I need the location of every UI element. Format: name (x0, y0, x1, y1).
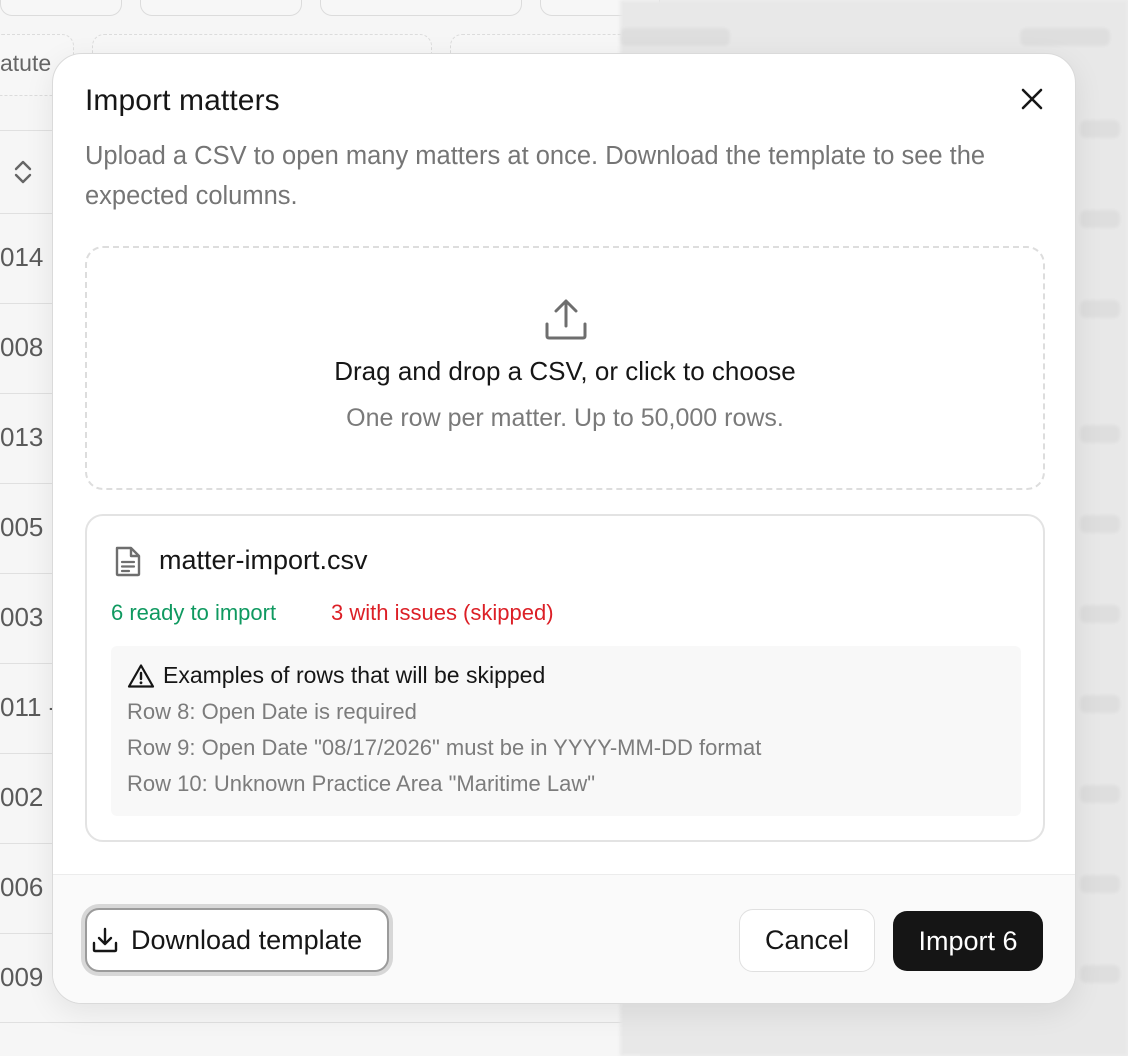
import-matters-dialog: Import matters Upload a CSV to open many… (52, 53, 1076, 1004)
dialog-description: Upload a CSV to open many matters at onc… (85, 142, 986, 210)
skipped-row-item: Row 8: Open Date is required (127, 699, 417, 724)
skipped-rows-header: Examples of rows that will be skipped (127, 662, 545, 689)
download-icon (92, 927, 118, 953)
close-button[interactable] (1013, 80, 1051, 118)
file-summary-card: matter-import.csv 6 ready to import 3 wi… (85, 514, 1045, 842)
file-name: matter-import.csv (159, 545, 368, 575)
cancel-button[interactable]: Cancel (739, 909, 875, 972)
skipped-row-item: Row 9: Open Date "08/17/2026" must be in… (127, 735, 762, 760)
close-icon (1021, 88, 1043, 110)
dropzone-title: Drag and drop a CSV, or click to choose (334, 356, 796, 386)
dropzone-subtitle: One row per matter. Up to 50,000 rows. (346, 404, 784, 432)
import-button[interactable]: Import 6 (893, 911, 1043, 971)
csv-dropzone[interactable]: Drag and drop a CSV, or click to choose … (85, 246, 1045, 490)
dialog-title: Import matters (85, 84, 280, 117)
issues-count: 3 with issues (skipped) (331, 600, 554, 625)
skipped-row-item: Row 10: Unknown Practice Area "Maritime … (127, 771, 596, 796)
download-template-button[interactable]: Download template (85, 908, 389, 972)
download-template-label: Download template (131, 924, 363, 955)
skipped-rows-title: Examples of rows that will be skipped (163, 662, 546, 688)
dialog-footer: Download template Cancel Import 6 (53, 874, 1075, 1003)
upload-icon (545, 299, 587, 340)
ready-count: 6 ready to import (111, 600, 277, 625)
file-icon (115, 546, 141, 577)
skipped-rows-panel: Examples of rows that will be skipped Ro… (111, 646, 1021, 816)
warning-icon (127, 663, 155, 688)
